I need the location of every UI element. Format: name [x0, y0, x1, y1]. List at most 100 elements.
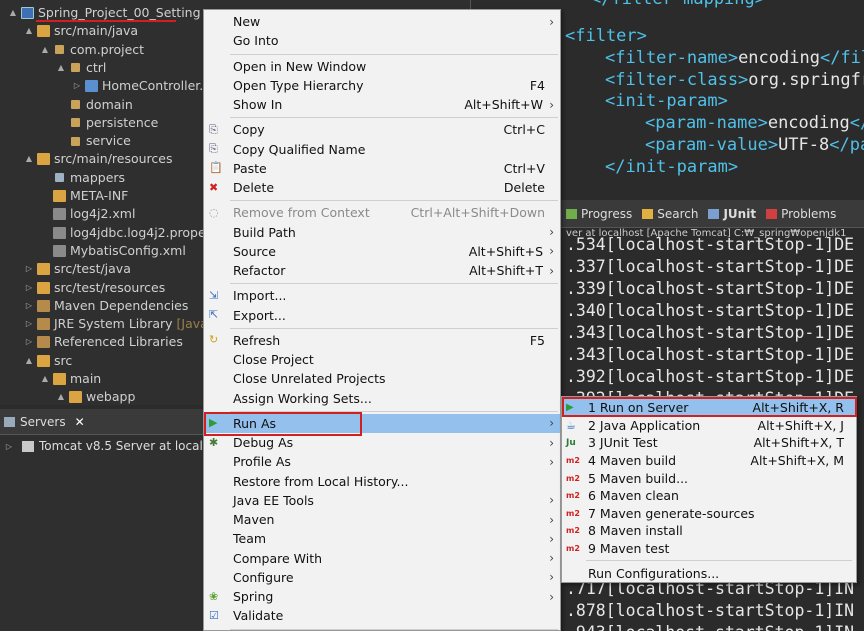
- xml-tag: <filter-name>: [605, 47, 739, 68]
- close-icon[interactable]: ✕: [75, 415, 85, 429]
- tree-item[interactable]: persistence: [56, 114, 158, 132]
- menu-item-go-into[interactable]: Go Into: [204, 31, 560, 50]
- tree-item[interactable]: domain: [56, 96, 133, 114]
- expand-twisty-icon[interactable]: ▷: [24, 333, 34, 351]
- menu-item-refresh[interactable]: ↻ Refresh F5: [204, 331, 560, 350]
- menu-item-label: Close Unrelated Projects: [233, 371, 386, 387]
- menu-item-compare-with[interactable]: Compare With ›: [204, 549, 560, 568]
- xml-close-tag: </pa: [829, 135, 864, 155]
- menu-item-assign-working-sets[interactable]: Assign Working Sets...: [204, 389, 560, 408]
- menu-item-refactor[interactable]: Refactor Alt+Shift+T ›: [204, 261, 560, 280]
- submenu-item-8-maven-install[interactable]: m2 8 Maven install: [562, 522, 856, 540]
- menu-item-maven[interactable]: Maven ›: [204, 510, 560, 529]
- submenu-item-run-configurations[interactable]: Run Configurations...: [562, 564, 856, 582]
- tree-item[interactable]: MybatisConfig.xml: [40, 242, 186, 260]
- menu-item-configure[interactable]: Configure ›: [204, 568, 560, 587]
- submenu-item-5-maven-build[interactable]: m2 5 Maven build...: [562, 469, 856, 487]
- submenu-item-4-maven-build[interactable]: m2 4 Maven build Alt+Shift+X, M: [562, 452, 856, 470]
- maven-icon: m2: [566, 508, 580, 518]
- menu-item-delete[interactable]: ✖ Delete Delete: [204, 178, 560, 197]
- menu-item-team[interactable]: Team ›: [204, 529, 560, 548]
- tab-search[interactable]: Search: [642, 207, 698, 221]
- menu-item-shortcut: Alt+Shift+S: [468, 243, 543, 259]
- library-icon: [37, 318, 50, 331]
- log-line: .339[localhost-startStop-1]DE: [566, 279, 855, 298]
- menu-item-label: Refactor: [233, 263, 286, 278]
- expand-twisty-icon[interactable]: ▲: [56, 388, 66, 405]
- tree-item[interactable]: ▷ Referenced Libraries: [24, 333, 183, 351]
- menu-separator: [230, 200, 558, 202]
- menu-item-import[interactable]: ⇲ Import...: [204, 286, 560, 305]
- source-folder-icon: [37, 281, 50, 294]
- submenu-item-9-maven-test[interactable]: m2 9 Maven test: [562, 540, 856, 558]
- tree-item[interactable]: ▲ main: [40, 370, 101, 388]
- expand-twisty-icon[interactable]: ▷: [24, 297, 34, 315]
- submenu-item-7-maven-generate-sources[interactable]: m2 7 Maven generate-sources: [562, 505, 856, 523]
- expand-twisty-icon[interactable]: ▲: [24, 150, 34, 168]
- expand-twisty-icon[interactable]: ▷: [4, 442, 14, 451]
- expand-twisty-icon[interactable]: ▷: [24, 315, 34, 333]
- expand-twisty-icon[interactable]: ▲: [40, 41, 50, 59]
- expand-twisty-icon[interactable]: ▷: [24, 279, 34, 297]
- menu-item-show-in[interactable]: Show In Alt+Shift+W ›: [204, 95, 560, 114]
- tab-problems[interactable]: Problems: [766, 207, 836, 221]
- submenu-item-2-java-application[interactable]: ☕ 2 Java Application Alt+Shift+X, J: [562, 417, 856, 435]
- menu-item-new[interactable]: New ›: [204, 12, 560, 31]
- menu-item-label: Import...: [233, 288, 287, 304]
- expand-twisty-icon[interactable]: ▷: [24, 260, 34, 278]
- menu-item-label: Restore from Local History...: [233, 473, 409, 489]
- expand-twisty-icon[interactable]: ▷: [72, 77, 82, 95]
- tree-item[interactable]: ▲ src/main/java: [24, 22, 138, 40]
- servers-tab-label: Servers: [20, 414, 66, 429]
- tree-item[interactable]: ▷ src/test/resources: [24, 279, 165, 297]
- menu-item-validate[interactable]: ☑ Validate: [204, 606, 560, 625]
- tree-item[interactable]: META-INF: [40, 187, 128, 205]
- menu-item-build-path[interactable]: Build Path ›: [204, 223, 560, 242]
- code-line: <filter-name>encoding</fil: [605, 47, 864, 69]
- menu-item-copy-qualified-name[interactable]: ⎘ Copy Qualified Name: [204, 140, 560, 159]
- menu-item-open-type-hierarchy[interactable]: Open Type Hierarchy F4: [204, 76, 560, 95]
- tree-item-label: domain: [86, 96, 133, 112]
- tree-item[interactable]: ▲ webapp: [56, 388, 135, 405]
- tree-item[interactable]: ▲ ctrl: [56, 59, 106, 77]
- menu-item-copy[interactable]: ⎘ Copy Ctrl+C: [204, 120, 560, 139]
- menu-item-label: Java EE Tools: [233, 492, 314, 508]
- tree-item[interactable]: ▲ src/main/resources: [24, 150, 173, 168]
- menu-item-restore-from-local-history[interactable]: Restore from Local History...: [204, 472, 560, 491]
- tree-item[interactable]: mappers: [40, 169, 125, 187]
- tree-item[interactable]: ▷ src/test/java: [24, 260, 131, 278]
- expand-twisty-icon[interactable]: ▲: [56, 59, 66, 77]
- server-row-tomcat[interactable]: ▷ Tomcat v8.5 Server at localhost: [4, 437, 229, 455]
- menu-item-label: Team: [233, 531, 267, 547]
- menu-item-export[interactable]: ⇱ Export...: [204, 306, 560, 325]
- java-file-icon: [85, 80, 98, 93]
- tree-item[interactable]: ▷ Maven Dependencies: [24, 297, 188, 315]
- menu-item-label: Compare With: [233, 550, 323, 566]
- project-name-underline: [36, 20, 176, 22]
- menu-item-open-in-new-window[interactable]: Open in New Window: [204, 57, 560, 76]
- expand-twisty-icon[interactable]: ▲: [8, 4, 18, 22]
- tab-junit[interactable]: JUnit: [708, 207, 756, 221]
- expand-twisty-icon[interactable]: ▲: [24, 22, 34, 40]
- menu-item-profile-as[interactable]: Profile As ›: [204, 452, 560, 471]
- tree-item[interactable]: ▲ com.project: [40, 41, 144, 59]
- menu-item-source[interactable]: Source Alt+Shift+S ›: [204, 242, 560, 261]
- tree-item[interactable]: ▲ src: [24, 352, 72, 370]
- tab-servers[interactable]: Servers ✕: [4, 415, 85, 429]
- menu-item-paste[interactable]: 📋 Paste Ctrl+V: [204, 159, 560, 178]
- problems-icon: [766, 208, 778, 219]
- tree-item[interactable]: service: [56, 132, 131, 150]
- library-icon: [37, 299, 50, 312]
- expand-twisty-icon[interactable]: ▲: [24, 352, 34, 370]
- submenu-item-3-junit-test[interactable]: Ju 3 JUnit Test Alt+Shift+X, T: [562, 434, 856, 452]
- tree-item[interactable]: log4j2.xml: [40, 205, 135, 223]
- submenu-item-6-maven-clean[interactable]: m2 6 Maven clean: [562, 487, 856, 505]
- menu-item-close-project[interactable]: Close Project: [204, 350, 560, 369]
- expand-twisty-icon[interactable]: ▲: [40, 370, 50, 388]
- menu-item-spring[interactable]: ❀ Spring ›: [204, 587, 560, 606]
- tab-progress[interactable]: Progress: [566, 207, 632, 221]
- menu-item-java-ee-tools[interactable]: Java EE Tools ›: [204, 491, 560, 510]
- menu-item-close-unrelated-projects[interactable]: Close Unrelated Projects: [204, 369, 560, 388]
- menu-item-debug-as[interactable]: ✱ Debug As ›: [204, 433, 560, 452]
- debug-icon: ✱: [209, 435, 219, 449]
